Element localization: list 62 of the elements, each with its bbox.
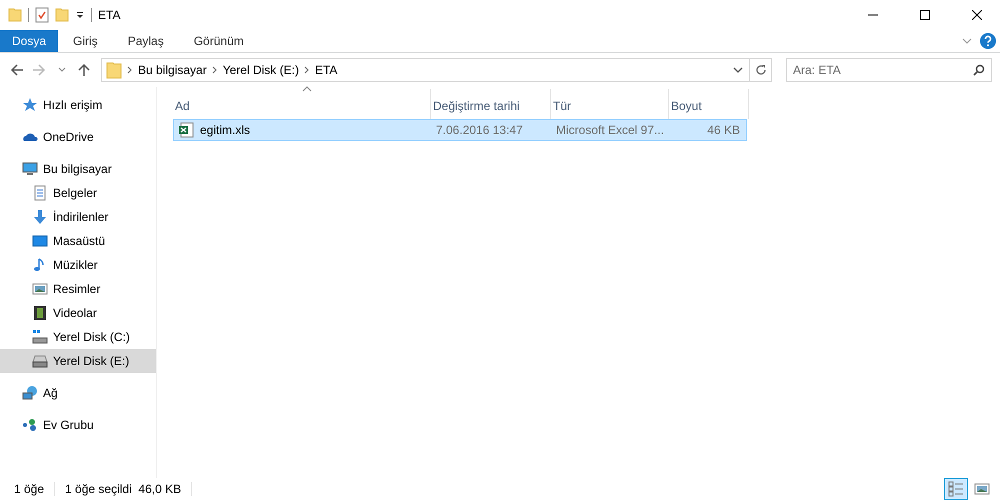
star-icon [22,97,38,113]
search-field[interactable]: Ara: ETA [786,58,992,82]
list-icon [948,481,964,497]
dropdown-icon[interactable] [75,10,85,20]
image-icon [974,481,990,497]
drive-icon [32,353,48,369]
dropdown-icon[interactable] [733,66,743,74]
breadcrumb-item[interactable]: Bu bilgisayar [134,61,211,79]
refresh-icon [754,64,766,76]
selection-info: 1 öğe seçildi 46,0 KB [65,481,182,498]
forward-icon [32,63,46,77]
sidebar-item[interactable]: Ağ [0,381,156,405]
sidebar-item[interactable]: Hızlı erişim [0,93,156,117]
computer-icon [22,161,38,177]
expand-ribbon-icon[interactable] [962,37,972,45]
address-bar[interactable]: Bu bilgisayar Yerel Disk (E:) ETA [101,58,772,82]
sidebar-item[interactable]: Müzikler [0,253,156,277]
sidebar-item[interactable]: Videolar [0,301,156,325]
ribbon-tab[interactable]: Giriş [58,30,113,52]
window-title: ETA [98,7,120,24]
breadcrumb-item[interactable]: Yerel Disk (E:) [218,61,303,79]
up-icon [76,63,91,77]
sidebar-item[interactable]: Bu bilgisayar [0,157,156,181]
item-count: 1 öğe [14,481,44,498]
sidebar-item[interactable]: İndirilenler [0,205,156,229]
table-cell-text: Microsoft Excel 97... [555,122,666,139]
breadcrumb-item[interactable]: ETA [310,61,342,79]
properties-icon[interactable] [35,7,49,23]
folder-icon [106,61,122,79]
help-icon[interactable] [980,33,996,49]
spreadsheet-icon [178,122,194,138]
chevron-icon [302,66,311,74]
sidebar-item[interactable]: Resimler [0,277,156,301]
folder-icon [8,7,22,23]
file-row[interactable]: egitim.xls 7.06.2016 13:47 Microsoft Excel 97... 46 KB [173,119,747,141]
download-arrow-icon [32,209,48,225]
back-icon [10,63,24,77]
table-cell-text: 7.06.2016 13:47 [435,122,524,139]
network-icon [22,385,38,401]
close-icon [972,10,982,20]
ribbon-tab[interactable]: Dosya [0,30,58,52]
sidebar-item[interactable]: Masaüstü [0,229,156,253]
film-icon [32,305,48,321]
chevron-icon [126,66,134,74]
details-view-button[interactable] [944,478,968,500]
sidebar-item[interactable]: Yerel Disk (E:) [0,349,156,373]
table-cell-text: 46 KB [706,122,741,139]
maximize-icon [920,10,930,20]
desktop-icon [32,233,48,249]
sidebar-item[interactable]: Belgeler [0,181,156,205]
ribbon-tab[interactable]: Paylaş [112,30,179,52]
sidebar-item[interactable]: Yerel Disk (C:) [0,325,156,349]
document-icon [32,185,48,201]
sidebar-item[interactable]: Ev Grubu [0,413,156,437]
drive-icon [32,329,48,345]
ribbon-tab[interactable]: Görünüm [178,30,259,52]
file-name: egitim.xls [200,122,250,139]
sidebar-item[interactable]: OneDrive [0,125,156,149]
image-icon [32,281,48,297]
chevron-icon [210,66,219,74]
homegroup-icon [22,417,38,433]
search-icon [973,64,985,76]
